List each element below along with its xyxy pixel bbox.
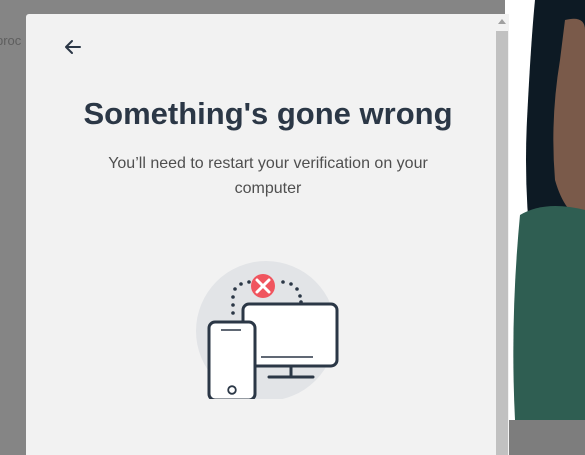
phone-icon: [207, 320, 257, 402]
scroll-thumb[interactable]: [496, 31, 508, 455]
dialog-title: Something's gone wrong: [83, 96, 453, 131]
device-error-illustration: [191, 249, 341, 402]
background-panel: [509, 420, 585, 455]
scroll-up-arrow-icon[interactable]: [498, 19, 506, 24]
monitor-icon: [241, 302, 339, 379]
dialog-scrollbar[interactable]: [495, 14, 509, 455]
error-x-icon: [251, 274, 275, 298]
background-partial-text: proc: [0, 33, 22, 48]
background-person-image: [505, 0, 585, 455]
back-button[interactable]: [62, 36, 86, 58]
error-dialog: Something's gone wrong You’ll need to re…: [26, 14, 496, 455]
arrow-left-icon: [65, 40, 81, 54]
dialog-message: You’ll need to restart your verification…: [108, 155, 428, 197]
